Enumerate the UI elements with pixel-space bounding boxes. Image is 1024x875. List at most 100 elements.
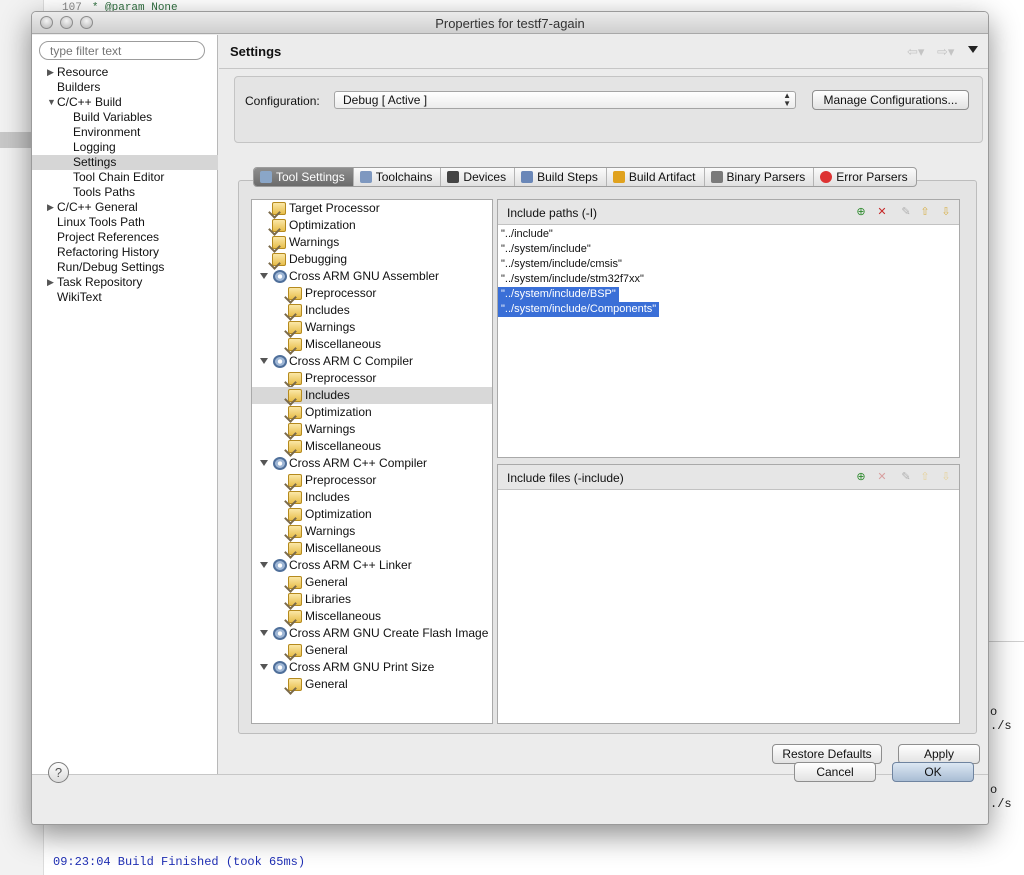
expanded-arrow-icon[interactable] <box>260 460 268 466</box>
sidebar-item[interactable]: ▼ C/C++ Build <box>32 95 218 110</box>
list-item[interactable]: "../include" <box>498 226 959 241</box>
option-node[interactable]: Target Processor <box>252 200 492 217</box>
edit-icon[interactable]: ✎ <box>899 470 913 484</box>
expanded-arrow-icon[interactable] <box>260 630 268 636</box>
sidebar-item[interactable]: Settings <box>32 155 218 170</box>
sidebar-item[interactable]: Tool Chain Editor <box>32 170 218 185</box>
view-menu-icon[interactable] <box>968 46 978 53</box>
move-up-icon[interactable]: ⇧ <box>918 205 932 219</box>
cancel-button[interactable]: Cancel <box>794 762 876 782</box>
option-node[interactable]: Libraries <box>252 591 492 608</box>
configuration-select[interactable]: Debug [ Active ] ▲ ▼ <box>334 91 796 109</box>
sidebar-item[interactable]: Run/Debug Settings <box>32 260 218 275</box>
sidebar-item[interactable]: Tools Paths <box>32 185 218 200</box>
list-item[interactable]: "../system/include/Components" <box>498 301 959 317</box>
restore-defaults-button[interactable]: Restore Defaults <box>772 744 882 764</box>
sidebar-item[interactable]: ▶ C/C++ General <box>32 200 218 215</box>
collapsed-arrow-icon[interactable]: ▶ <box>47 200 57 215</box>
option-node[interactable]: General <box>252 676 492 693</box>
option-node[interactable]: Preprocessor <box>252 472 492 489</box>
tab-toolchains[interactable]: Toolchains <box>354 168 442 186</box>
list-item[interactable]: "../system/include/BSP" <box>498 286 959 302</box>
list-item[interactable]: "../system/include/stm32f7xx" <box>498 271 959 286</box>
option-node[interactable]: Includes <box>252 489 492 506</box>
option-node[interactable]: Optimization <box>252 217 492 234</box>
collapsed-arrow-icon[interactable]: ▶ <box>47 65 57 80</box>
tab-binary-parsers[interactable]: Binary Parsers <box>705 168 815 186</box>
option-node[interactable]: Miscellaneous <box>252 608 492 625</box>
tool-gear-icon <box>273 270 287 283</box>
include-paths-list[interactable]: "../include" "../system/include" "../syste… <box>498 225 959 317</box>
collapsed-arrow-icon[interactable]: ▶ <box>47 275 57 290</box>
delete-icon[interactable]: ✕ <box>875 205 889 219</box>
include-files-list[interactable] <box>498 490 959 491</box>
option-node[interactable]: General <box>252 574 492 591</box>
option-node[interactable]: Optimization <box>252 506 492 523</box>
add-icon[interactable]: ⊕ <box>854 470 868 484</box>
option-node[interactable]: Warnings <box>252 234 492 251</box>
tab-build-artifact[interactable]: Build Artifact <box>607 168 705 186</box>
tool-node[interactable]: Cross ARM GNU Assembler <box>252 268 492 285</box>
tab-devices[interactable]: Devices <box>441 168 516 186</box>
expanded-arrow-icon[interactable] <box>260 664 268 670</box>
sidebar-item[interactable]: Refactoring History <box>32 245 218 260</box>
back-arrow-icon[interactable]: ⇦▾ <box>907 44 924 60</box>
apply-button[interactable]: Apply <box>898 744 980 764</box>
sidebar-item[interactable]: Project References <box>32 230 218 245</box>
sidebar-item[interactable]: Environment <box>32 125 218 140</box>
option-node[interactable]: Miscellaneous <box>252 336 492 353</box>
sidebar-item[interactable]: ▶ Resource <box>32 65 218 80</box>
tab-tool-settings[interactable]: Tool Settings <box>254 168 354 186</box>
tab-build-steps[interactable]: Build Steps <box>515 168 607 186</box>
property-tree: ▶ Resource Builders ▼ C/C++ Build Build Varia… <box>32 65 218 305</box>
option-node[interactable]: Optimization <box>252 404 492 421</box>
sidebar-item[interactable]: Logging <box>32 140 218 155</box>
tool-node[interactable]: Cross ARM GNU Create Flash Image <box>252 625 492 642</box>
edit-icon[interactable]: ✎ <box>899 205 913 219</box>
sidebar-item[interactable]: Build Variables <box>32 110 218 125</box>
sidebar-item[interactable]: WikiText <box>32 290 218 305</box>
tool-node[interactable]: Cross ARM C++ Linker <box>252 557 492 574</box>
option-folder-icon <box>288 508 302 521</box>
option-node[interactable]: Warnings <box>252 523 492 540</box>
option-node[interactable]: Debugging <box>252 251 492 268</box>
add-icon[interactable]: ⊕ <box>854 205 868 219</box>
list-item[interactable]: "../system/include/cmsis" <box>498 256 959 271</box>
option-node[interactable]: Preprocessor <box>252 370 492 387</box>
forward-arrow-icon[interactable]: ⇨▾ <box>937 44 954 60</box>
option-node[interactable]: Preprocessor <box>252 285 492 302</box>
option-folder-icon <box>288 423 302 436</box>
move-down-icon[interactable]: ⇩ <box>939 205 953 219</box>
expanded-arrow-icon[interactable] <box>260 562 268 568</box>
tool-node[interactable]: Cross ARM C Compiler <box>252 353 492 370</box>
move-down-icon[interactable]: ⇩ <box>939 470 953 484</box>
include-files-header: Include files (-include) ⊕ ✕ ✎ ⇧ ⇩ <box>498 465 959 490</box>
option-node[interactable]: Warnings <box>252 319 492 336</box>
option-node[interactable]: Miscellaneous <box>252 438 492 455</box>
help-icon[interactable]: ? <box>48 762 69 783</box>
manage-configurations-button[interactable]: Manage Configurations... <box>812 90 969 110</box>
expanded-arrow-icon[interactable] <box>260 358 268 364</box>
tab-error-parsers[interactable]: Error Parsers <box>814 168 915 186</box>
filter-input[interactable] <box>39 41 205 60</box>
sidebar-item[interactable]: Builders <box>32 80 218 95</box>
expanded-arrow-icon[interactable]: ▼ <box>47 95 57 110</box>
ok-button[interactable]: OK <box>892 762 974 782</box>
expanded-arrow-icon[interactable] <box>260 273 268 279</box>
option-node[interactable]: Includes <box>252 302 492 319</box>
option-node[interactable]: Includes <box>252 387 492 404</box>
tree-node-label: Includes <box>305 490 350 504</box>
sidebar-item[interactable]: Linux Tools Path <box>32 215 218 230</box>
option-folder-icon <box>288 593 302 606</box>
option-node[interactable]: Miscellaneous <box>252 540 492 557</box>
tab-bar: Tool Settings Toolchains Devices Build Step… <box>253 167 917 187</box>
option-node[interactable]: Warnings <box>252 421 492 438</box>
option-node[interactable]: General <box>252 642 492 659</box>
tool-node[interactable]: Cross ARM C++ Compiler <box>252 455 492 472</box>
tool-node[interactable]: Cross ARM GNU Print Size <box>252 659 492 676</box>
delete-icon[interactable]: ✕ <box>875 470 889 484</box>
list-item[interactable]: "../system/include" <box>498 241 959 256</box>
sidebar-item-label: Logging <box>73 140 116 154</box>
sidebar-item[interactable]: ▶ Task Repository <box>32 275 218 290</box>
move-up-icon[interactable]: ⇧ <box>918 470 932 484</box>
